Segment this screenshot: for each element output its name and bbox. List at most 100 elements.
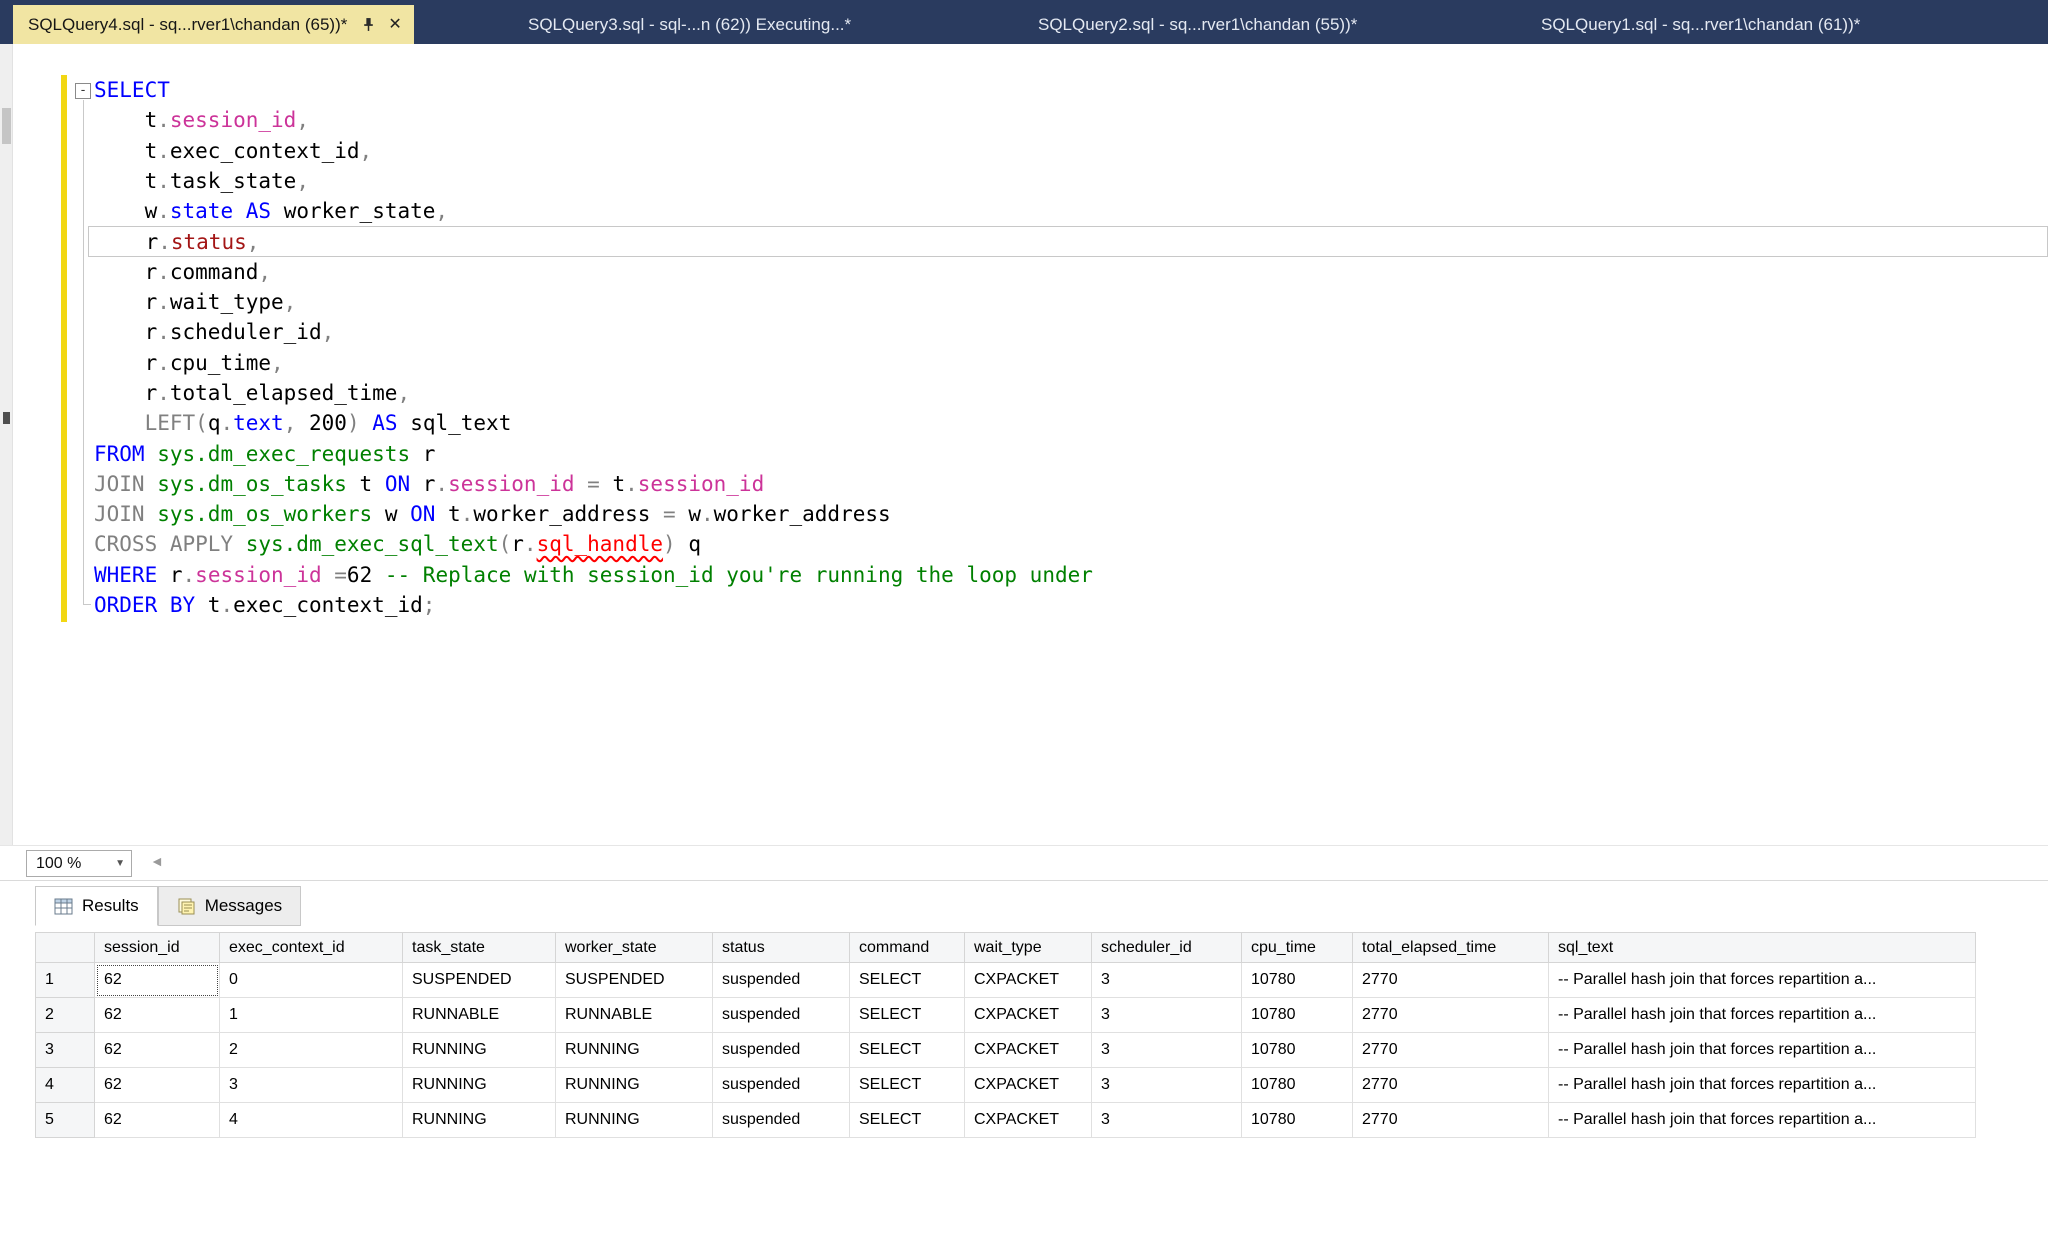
grid-cell[interactable]: RUNNING (556, 1103, 713, 1138)
grid-cell[interactable]: 62 (95, 963, 220, 998)
code-line-2[interactable]: t.session_id, (88, 105, 2048, 135)
column-header-worker_state[interactable]: worker_state (556, 933, 713, 963)
grid-cell[interactable]: -- Parallel hash join that forces repart… (1549, 1033, 1976, 1068)
grid-cell[interactable]: 2770 (1353, 1103, 1549, 1138)
zoom-selector[interactable]: 100 % ▼ (26, 850, 132, 877)
grid-cell[interactable]: 10780 (1242, 1068, 1353, 1103)
grid-cell[interactable]: SELECT (850, 998, 965, 1033)
grid-cell[interactable]: 3 (220, 1068, 403, 1103)
grid-cell[interactable]: 62 (95, 1033, 220, 1068)
column-header-wait_type[interactable]: wait_type (965, 933, 1092, 963)
grid-cell[interactable]: 62 (95, 1068, 220, 1103)
tab-sqlquery1[interactable]: SQLQuery1.sql - sq...rver1\chandan (61))… (1541, 5, 1860, 44)
code-line-5[interactable]: w.state AS worker_state, (88, 196, 2048, 226)
code-line-6[interactable]: r.status, (88, 226, 2048, 256)
grid-cell[interactable]: RUNNING (403, 1033, 556, 1068)
grid-cell[interactable]: -- Parallel hash join that forces repart… (1549, 1103, 1976, 1138)
code-line-8[interactable]: r.wait_type, (88, 287, 2048, 317)
column-header-status[interactable]: status (713, 933, 850, 963)
grid-cell[interactable]: RUNNABLE (556, 998, 713, 1033)
tab-messages[interactable]: Messages (158, 886, 301, 926)
grid-cell[interactable]: 10780 (1242, 1033, 1353, 1068)
grid-cell[interactable]: SUSPENDED (403, 963, 556, 998)
grid-cell[interactable]: 2770 (1353, 998, 1549, 1033)
code-line-10[interactable]: r.cpu_time, (88, 348, 2048, 378)
grid-cell[interactable]: -- Parallel hash join that forces repart… (1549, 963, 1976, 998)
column-header-command[interactable]: command (850, 933, 965, 963)
code-line-3[interactable]: t.exec_context_id, (88, 136, 2048, 166)
column-header-total_elapsed_time[interactable]: total_elapsed_time (1353, 933, 1549, 963)
tab-sqlquery4[interactable]: SQLQuery4.sql - sq...rver1\chandan (65))… (13, 5, 414, 44)
grid-cell[interactable]: CXPACKET (965, 1033, 1092, 1068)
code-line-7[interactable]: r.command, (88, 257, 2048, 287)
code-line-14[interactable]: JOIN sys.dm_os_tasks t ON r.session_id =… (88, 469, 2048, 499)
grid-cell[interactable]: 10780 (1242, 998, 1353, 1033)
row-number[interactable]: 5 (36, 1103, 95, 1138)
code-line-15[interactable]: JOIN sys.dm_os_workers w ON t.worker_add… (88, 499, 2048, 529)
pin-icon[interactable] (361, 17, 376, 32)
grid-cell[interactable]: 62 (95, 1103, 220, 1138)
row-number[interactable]: 1 (36, 963, 95, 998)
grid-cell[interactable]: 2770 (1353, 963, 1549, 998)
grid-cell[interactable]: 3 (1092, 963, 1242, 998)
code-line-16[interactable]: CROSS APPLY sys.dm_exec_sql_text(r.sql_h… (88, 529, 2048, 559)
close-icon[interactable]: ✕ (388, 17, 401, 33)
grid-cell[interactable]: 2770 (1353, 1068, 1549, 1103)
row-number[interactable]: 4 (36, 1068, 95, 1103)
grid-cell[interactable]: 10780 (1242, 1103, 1353, 1138)
grid-cell[interactable]: SELECT (850, 1103, 965, 1138)
column-header-cpu_time[interactable]: cpu_time (1242, 933, 1353, 963)
grid-cell[interactable]: suspended (713, 963, 850, 998)
grid-cell[interactable]: 4 (220, 1103, 403, 1138)
column-header-scheduler_id[interactable]: scheduler_id (1092, 933, 1242, 963)
tab-sqlquery2[interactable]: SQLQuery2.sql - sq...rver1\chandan (55))… (1038, 5, 1357, 44)
grid-cell[interactable]: SELECT (850, 1033, 965, 1068)
row-number[interactable]: 3 (36, 1033, 95, 1068)
grid-cell[interactable]: 3 (1092, 1103, 1242, 1138)
grid-cell[interactable]: CXPACKET (965, 1068, 1092, 1103)
grid-cell[interactable]: SELECT (850, 1068, 965, 1103)
grid-cell[interactable]: SELECT (850, 963, 965, 998)
grid-cell[interactable]: 2 (220, 1033, 403, 1068)
grid-cell[interactable]: CXPACKET (965, 998, 1092, 1033)
grid-cell[interactable]: suspended (713, 1033, 850, 1068)
column-header-session_id[interactable]: session_id (95, 933, 220, 963)
grid-cell[interactable]: RUNNING (403, 1068, 556, 1103)
code-line-4[interactable]: t.task_state, (88, 166, 2048, 196)
column-header-sql_text[interactable]: sql_text (1549, 933, 1976, 963)
grid-cell[interactable]: -- Parallel hash join that forces repart… (1549, 998, 1976, 1033)
code-line-11[interactable]: r.total_elapsed_time, (88, 378, 2048, 408)
grid-cell[interactable]: suspended (713, 998, 850, 1033)
grid-cell[interactable]: 3 (1092, 998, 1242, 1033)
column-header-task_state[interactable]: task_state (403, 933, 556, 963)
grid-corner[interactable] (36, 933, 95, 963)
row-number[interactable]: 2 (36, 998, 95, 1033)
grid-cell[interactable]: 3 (1092, 1033, 1242, 1068)
grid-cell[interactable]: 10780 (1242, 963, 1353, 998)
tab-results[interactable]: Results (35, 886, 158, 926)
code-line-18[interactable]: ORDER BY t.exec_context_id; (88, 590, 2048, 620)
grid-cell[interactable]: SUSPENDED (556, 963, 713, 998)
grid-cell[interactable]: RUNNING (403, 1103, 556, 1138)
grid-cell[interactable]: -- Parallel hash join that forces repart… (1549, 1068, 1976, 1103)
grid-cell[interactable]: 2770 (1353, 1033, 1549, 1068)
scroll-left-icon[interactable]: ◄ (150, 854, 164, 868)
grid-cell[interactable]: RUNNING (556, 1068, 713, 1103)
code-line-12[interactable]: LEFT(q.text, 200) AS sql_text (88, 408, 2048, 438)
tab-sqlquery3[interactable]: SQLQuery3.sql - sql-...n (62)) Executing… (528, 5, 851, 44)
code-line-9[interactable]: r.scheduler_id, (88, 317, 2048, 347)
code-line-17[interactable]: WHERE r.session_id =62 -- Replace with s… (88, 560, 2048, 590)
column-header-exec_context_id[interactable]: exec_context_id (220, 933, 403, 963)
grid-cell[interactable]: CXPACKET (965, 963, 1092, 998)
grid-cell[interactable]: RUNNING (556, 1033, 713, 1068)
grid-cell[interactable]: 62 (95, 998, 220, 1033)
code-line-13[interactable]: FROM sys.dm_exec_requests r (88, 439, 2048, 469)
grid-cell[interactable]: suspended (713, 1103, 850, 1138)
grid-cell[interactable]: 3 (1092, 1068, 1242, 1103)
grid-cell[interactable]: RUNNABLE (403, 998, 556, 1033)
grid-cell[interactable]: 0 (220, 963, 403, 998)
grid-cell[interactable]: 1 (220, 998, 403, 1033)
code-line-1[interactable]: SELECT (88, 75, 2048, 105)
grid-cell[interactable]: suspended (713, 1068, 850, 1103)
grid-cell[interactable]: CXPACKET (965, 1103, 1092, 1138)
